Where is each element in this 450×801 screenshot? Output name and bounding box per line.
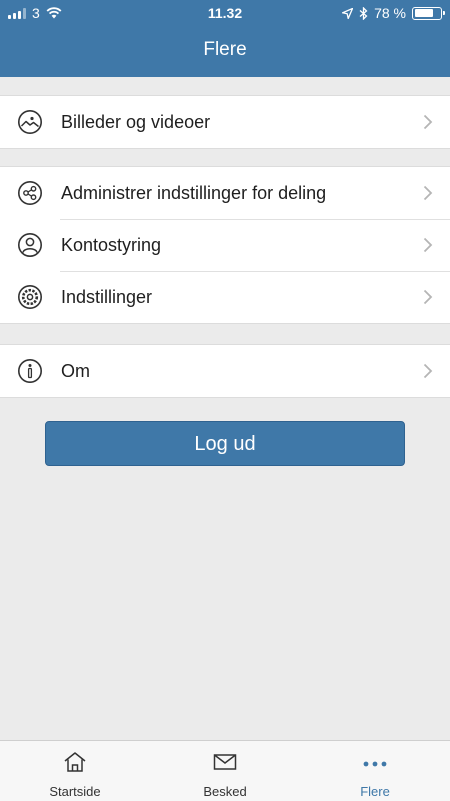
menu-group-account: Administrer indstillinger for deling Kon… bbox=[0, 166, 450, 324]
menu-item-sharing[interactable]: Administrer indstillinger for deling bbox=[0, 167, 450, 219]
tab-label: Flere bbox=[360, 784, 390, 799]
tab-more[interactable]: Flere bbox=[300, 741, 450, 801]
bluetooth-icon bbox=[359, 6, 368, 20]
tab-label: Startside bbox=[49, 784, 101, 799]
tab-messages[interactable]: Besked bbox=[150, 741, 300, 801]
chevron-right-icon bbox=[423, 114, 433, 130]
photo-icon bbox=[18, 110, 42, 134]
menu-item-label: Indstillinger bbox=[61, 287, 153, 307]
menu-item-about[interactable]: Om bbox=[0, 345, 450, 397]
menu-item-label: Kontostyring bbox=[61, 235, 162, 255]
tab-bar: Startside Besked Flere bbox=[0, 740, 450, 801]
app-header: 3 11.32 78 % Flere bbox=[0, 0, 450, 77]
battery-percentage: 78 % bbox=[374, 5, 406, 21]
info-icon bbox=[18, 359, 42, 383]
home-icon bbox=[64, 752, 86, 772]
menu-item-settings[interactable]: Indstillinger bbox=[0, 271, 450, 323]
chevron-right-icon bbox=[423, 289, 433, 305]
battery-icon bbox=[412, 6, 445, 20]
menu-group-about: Om bbox=[0, 344, 450, 398]
menu-item-label: Administrer indstillinger for deling bbox=[61, 183, 327, 203]
logout-button[interactable]: Log ud bbox=[45, 421, 405, 466]
tab-home[interactable]: Startside bbox=[0, 741, 150, 801]
menu-item-account[interactable]: Kontostyring bbox=[0, 219, 450, 271]
location-arrow-icon bbox=[342, 7, 354, 19]
chevron-right-icon bbox=[423, 237, 433, 253]
chevron-right-icon bbox=[423, 363, 433, 379]
menu-item-photos[interactable]: Billeder og videoer bbox=[0, 96, 450, 148]
mail-icon bbox=[213, 754, 237, 770]
menu-item-label: Billeder og videoer bbox=[61, 112, 211, 132]
menu-item-label: Om bbox=[61, 361, 90, 381]
chevron-right-icon bbox=[423, 185, 433, 201]
menu-group-media: Billeder og videoer bbox=[0, 95, 450, 149]
share-icon bbox=[18, 181, 42, 205]
page-title: Flere bbox=[203, 39, 247, 60]
status-right: 78 % bbox=[342, 5, 445, 21]
gear-icon bbox=[18, 285, 42, 309]
user-icon bbox=[18, 233, 42, 257]
more-icon bbox=[363, 761, 387, 767]
status-bar: 3 11.32 78 % bbox=[0, 0, 450, 26]
tab-label: Besked bbox=[203, 784, 247, 799]
